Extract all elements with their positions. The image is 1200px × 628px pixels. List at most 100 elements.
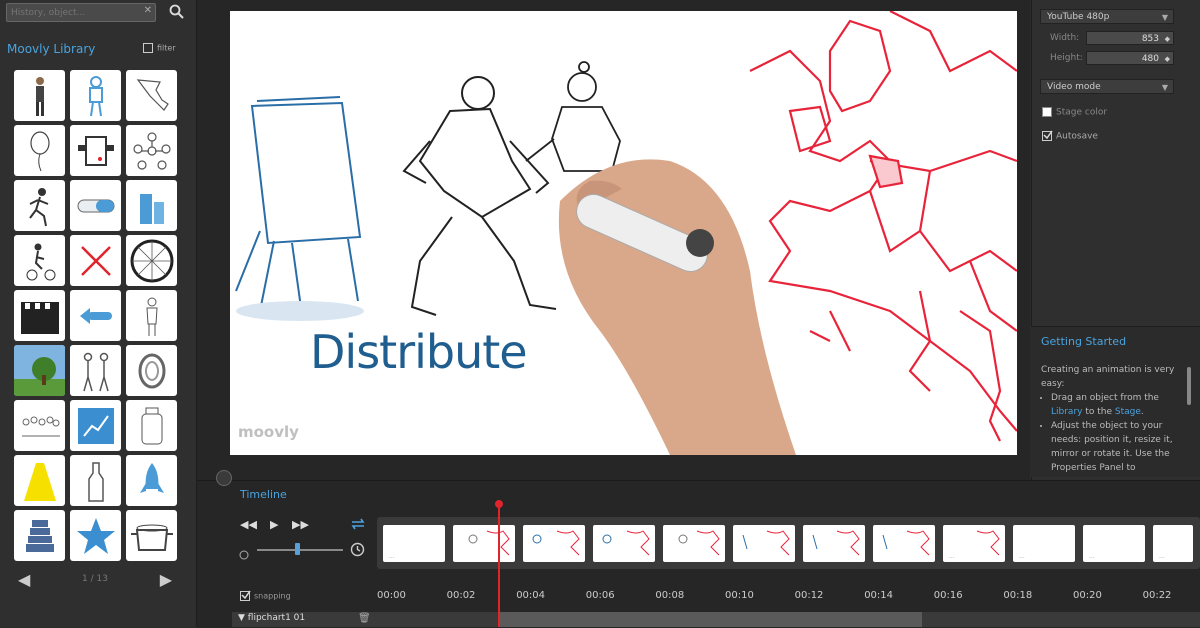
search-input[interactable] (11, 4, 131, 21)
fast-forward-icon[interactable]: ▶▶ (292, 518, 309, 531)
library-item-book-stack[interactable] (14, 510, 65, 561)
library-item-landscape[interactable] (14, 345, 65, 396)
europe-map-drawing[interactable] (749, 11, 1017, 442)
preset-select[interactable]: YouTube 480p ▼ (1040, 9, 1174, 24)
library-item-pot[interactable] (126, 510, 177, 561)
thumbnail-strip[interactable]: ... ... ... ... ... (377, 517, 1200, 569)
track-clip[interactable] (498, 612, 922, 627)
library-item-arrow-left[interactable] (70, 290, 121, 341)
library-item-atomium[interactable] (126, 125, 177, 176)
library-link[interactable]: Library (1051, 407, 1082, 417)
library-item-balloon[interactable] (14, 125, 65, 176)
library-item-rocket[interactable] (126, 455, 177, 506)
next-page-icon[interactable]: ▶ (160, 570, 172, 589)
library-item-spotlight[interactable] (14, 455, 65, 506)
filter-checkbox[interactable] (143, 43, 153, 53)
businessman-drawing[interactable] (402, 76, 557, 316)
frame-label: ... (389, 553, 395, 560)
getting-started-body: Creating an animation is very easy: Drag… (1041, 363, 1181, 475)
stage-title-text[interactable]: Distribute (310, 325, 528, 379)
loop-icon[interactable] (350, 516, 366, 535)
library-item-two-people[interactable] (70, 345, 121, 396)
stage-color-checkbox[interactable] (1042, 107, 1052, 117)
snapping-option[interactable]: snapping (240, 590, 291, 601)
library-item-wheel[interactable] (126, 235, 177, 286)
snapping-checkbox[interactable] (240, 590, 251, 601)
stage-link[interactable]: Stage (1115, 407, 1141, 417)
library-item-woman[interactable] (126, 290, 177, 341)
library-item-robot[interactable] (70, 70, 121, 121)
clear-search-icon[interactable]: ✕ (144, 5, 152, 16)
playhead-handle[interactable] (495, 500, 503, 508)
library-item-runner[interactable] (14, 180, 65, 231)
frame-thumbnail[interactable] (803, 525, 865, 562)
scrollbar[interactable] (1187, 367, 1191, 405)
time-tick: 00:10 (725, 590, 754, 601)
time-ruler[interactable]: 00:00 00:02 00:04 00:06 00:08 00:10 00:12 00:14… (377, 590, 1200, 606)
play-icon[interactable]: ▶ (270, 518, 278, 531)
library-grid (14, 70, 177, 561)
page-indicator: 1 / 13 (82, 574, 108, 584)
frame-thumbnail[interactable] (733, 525, 795, 562)
getting-started-panel: Getting Started Creating an animation is… (1031, 326, 1200, 477)
library-item-bottle[interactable] (70, 455, 121, 506)
frame-thumbnail[interactable] (453, 525, 515, 562)
library-item-device[interactable] (70, 125, 121, 176)
search-icon[interactable] (168, 3, 186, 21)
height-value: 480 (1141, 54, 1159, 64)
rewind-icon[interactable]: ◀◀ (240, 518, 257, 531)
frame-thumbnail[interactable] (593, 525, 655, 562)
expand-icon[interactable]: ▼ (238, 613, 248, 623)
trash-icon[interactable]: 🗑 (358, 613, 371, 624)
flipchart-drawing[interactable] (235, 96, 364, 321)
time-tick: 00:14 (864, 590, 894, 601)
autosave-option[interactable]: Autosave (1042, 130, 1098, 142)
stepper-icon[interactable]: ◆ (1165, 32, 1170, 46)
frame-thumbnail[interactable]: ... (383, 525, 445, 562)
step-1-text: . (1140, 407, 1144, 417)
time-tick: 00:02 (446, 590, 476, 601)
zoom-out-icon[interactable] (239, 545, 249, 564)
zoom-slider-handle[interactable] (295, 543, 300, 555)
woman-drawing[interactable] (525, 61, 621, 172)
library-item-crowd[interactable] (14, 400, 65, 451)
filter-toggle[interactable]: filter (143, 43, 176, 53)
timeline-track[interactable]: ▼ flipchart1 01 🗑 (232, 612, 1200, 627)
frame-thumbnail[interactable] (663, 525, 725, 562)
library-item-clapperboard[interactable] (14, 290, 65, 341)
mode-select[interactable]: Video mode ▼ (1040, 79, 1174, 94)
library-item-italy-map[interactable] (126, 70, 177, 121)
library-item-cross[interactable] (70, 235, 121, 286)
library-item-pill[interactable] (70, 180, 121, 231)
mode-value: Video mode (1047, 82, 1101, 92)
library-item-buildings[interactable] (126, 180, 177, 231)
playhead[interactable] (498, 501, 500, 627)
library-item-chart-icon[interactable] (70, 400, 121, 451)
stepper-icon[interactable]: ◆ (1165, 52, 1170, 66)
frame-thumbnail[interactable]: ... (1083, 525, 1145, 562)
stage-canvas[interactable]: Distribute moovly (230, 11, 1017, 455)
timeline-settings-icon[interactable] (216, 470, 232, 486)
frame-thumbnail[interactable] (873, 525, 935, 562)
library-item-tape[interactable] (126, 345, 177, 396)
library-item-star[interactable] (70, 510, 121, 561)
step-1: Drag an object from the Library to the S… (1051, 391, 1181, 419)
clock-icon[interactable] (350, 542, 365, 561)
frame-thumbnail[interactable]: ... (1013, 525, 1075, 562)
frame-thumbnail[interactable] (523, 525, 585, 562)
library-item-jar[interactable] (126, 400, 177, 451)
track-label: ▼ flipchart1 01 (238, 613, 305, 623)
autosave-label: Autosave (1056, 131, 1098, 142)
stage-color-option[interactable]: Stage color (1042, 107, 1107, 118)
library-item-businessman[interactable] (14, 70, 65, 121)
frame-thumbnail[interactable]: ... (1153, 525, 1193, 562)
frame-thumbnail[interactable]: ... (943, 525, 1005, 562)
time-tick: 00:22 (1142, 590, 1172, 601)
height-field[interactable]: 480 ◆ (1086, 51, 1174, 65)
autosave-checkbox[interactable] (1042, 130, 1053, 141)
library-item-cyclist[interactable] (14, 235, 65, 286)
getting-started-title: Getting Started (1041, 335, 1127, 348)
zoom-slider-track[interactable] (257, 549, 343, 551)
getting-started-intro: Creating an animation is very easy: (1041, 365, 1175, 389)
width-field[interactable]: 853 ◆ (1086, 31, 1174, 45)
